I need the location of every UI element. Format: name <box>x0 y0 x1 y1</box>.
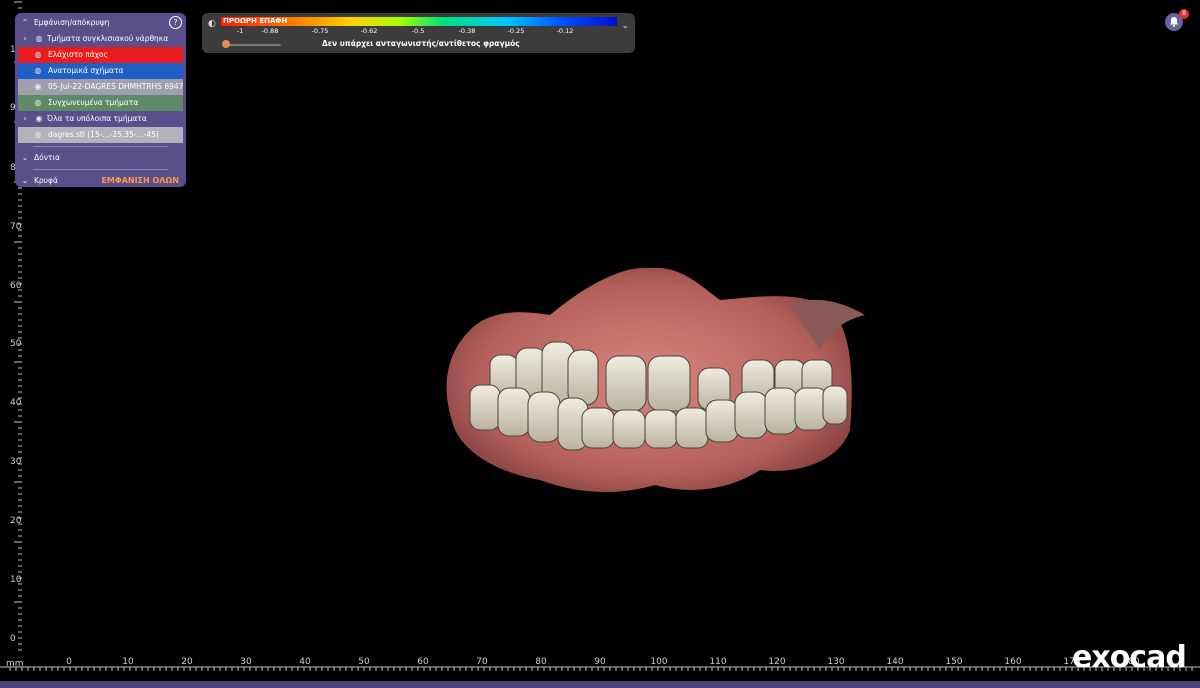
ruler-label: 70 <box>476 657 488 667</box>
eye-slash-icon[interactable]: ◍ <box>33 63 43 79</box>
divider <box>33 169 168 170</box>
ruler-label: 10 <box>10 575 22 585</box>
ruler-label: 50 <box>358 657 370 667</box>
ruler-label: 20 <box>181 657 193 667</box>
gauge-icon[interactable]: ◐ <box>208 19 216 29</box>
hidden-group[interactable]: ⌄ Κρυφά ΕΜΦΑΝΙΣΗ ΟΛΩΝ <box>15 173 186 189</box>
scale-value: -1 <box>236 27 244 35</box>
bottom-status-bar <box>0 681 1200 688</box>
ruler-label: 130 <box>827 657 844 667</box>
ruler-label: 40 <box>299 657 311 667</box>
scale-value: -0.88 <box>261 27 279 35</box>
other-parts-group[interactable]: › ◉ Όλα τα υπόλοιπα τμήματα <box>15 111 186 127</box>
scale-value: -0.12 <box>556 27 574 35</box>
chevron-down-icon[interactable]: ⌄ <box>21 150 29 166</box>
eye-slash-icon[interactable]: ◍ <box>33 127 43 143</box>
scale-value: -0.25 <box>507 27 525 35</box>
visibility-panel-header[interactable]: ⌃ Εμφάνιση/απόκρυψη <box>15 15 186 31</box>
scale-value: -0.62 <box>360 27 378 35</box>
ruler-label: 20 <box>10 516 22 526</box>
ruler-label: 60 <box>10 281 22 291</box>
list-item-scan-file[interactable]: ◉ 05-Jul-22-DAGRES DHMHTRHS 6947 <box>18 79 183 95</box>
ruler-label: 30 <box>240 657 252 667</box>
list-item-merged-parts[interactable]: ◍ Συγχωνευμένα τμήματα <box>18 95 183 111</box>
scale-tick-labels: -1 -0.88 -0.75 -0.62 -0.5 -0.38 -0.25 -0.12 <box>221 26 617 36</box>
splint-parts-group[interactable]: › ◍ Τμήματα συγκλισιακού νάρθηκα <box>15 31 186 47</box>
ruler-label: 0 <box>10 634 16 644</box>
exocad-logo: exocad <box>1072 640 1187 675</box>
ruler-label: 160 <box>1004 657 1021 667</box>
no-antagonist-label: Δεν υπάρχει ανταγωνιστής/αντίθετος φραγμ… <box>322 39 520 48</box>
dental-3d-model[interactable] <box>430 260 875 510</box>
eye-slash-icon[interactable]: ◍ <box>33 95 43 111</box>
show-all-button[interactable]: ΕΜΦΑΝΙΣΗ ΟΛΩΝ <box>101 173 179 189</box>
teeth-group[interactable]: ⌄ Δόντια <box>15 150 186 166</box>
chevron-up-icon[interactable]: ⌃ <box>21 15 29 31</box>
ruler-label: 140 <box>886 657 903 667</box>
eye-slash-icon[interactable]: ◍ <box>34 31 44 47</box>
ruler-label: 150 <box>945 657 962 667</box>
list-item-minimum-thickness[interactable]: ◍ Ελάχιστο πάχος <box>18 47 183 63</box>
ruler-label: 50 <box>10 339 22 349</box>
chevron-down-icon[interactable]: ⌄ <box>21 173 29 189</box>
visibility-panel: ⌃ Εμφάνιση/απόκρυψη ? › ◍ Τμήματα συγκλι… <box>15 13 186 187</box>
scale-value: -0.75 <box>311 27 329 35</box>
chevron-right-icon[interactable]: › <box>21 111 29 127</box>
chevron-down-icon[interactable]: ⌄ <box>621 21 629 31</box>
divider <box>33 146 168 147</box>
eye-icon[interactable]: ◉ <box>33 79 43 95</box>
list-item-stl-file[interactable]: ◍ dagres.stl (15-...-25,35-...-45) <box>18 127 183 143</box>
contact-color-scale: ΠΡΟΩΡΗ ΕΠΑΦΗ <box>221 17 617 26</box>
scale-value: -0.38 <box>458 27 476 35</box>
ruler-label: 90 <box>594 657 606 667</box>
help-icon[interactable]: ? <box>169 16 182 29</box>
ruler-label: 30 <box>10 457 22 467</box>
ruler-label: 60 <box>417 657 429 667</box>
ruler-label: 70 <box>10 222 22 232</box>
scale-value: -0.5 <box>411 27 425 35</box>
ruler-label: 100 <box>650 657 667 667</box>
distance-slider[interactable] <box>226 44 281 46</box>
contact-scale-toolbar: ◐ ΠΡΟΩΡΗ ΕΠΑΦΗ -1 -0.88 -0.75 -0.62 -0.5 -0.3… <box>202 13 635 53</box>
eye-icon[interactable]: ◉ <box>34 111 44 127</box>
ruler-label: 0 <box>66 657 72 667</box>
slider-handle[interactable] <box>222 40 230 48</box>
chevron-right-icon[interactable]: › <box>21 31 29 47</box>
bell-icon <box>1170 17 1178 27</box>
horizontal-ruler: 0 10 20 30 40 50 60 70 80 90 100 110 120 130 140 150 160… <box>0 657 1200 671</box>
premature-contact-label: ΠΡΟΩΡΗ ΕΠΑΦΗ <box>223 17 288 25</box>
notification-badge: 8 <box>1179 9 1189 19</box>
eye-slash-icon[interactable]: ◍ <box>33 47 43 63</box>
ruler-label: 110 <box>709 657 726 667</box>
ruler-label: 80 <box>535 657 547 667</box>
ruler-label: 40 <box>10 398 22 408</box>
ruler-label: 120 <box>768 657 785 667</box>
visibility-panel-title: Εμφάνιση/απόκρυψη <box>34 18 110 27</box>
ruler-unit-label: mm <box>6 659 24 669</box>
list-item-anatomical-shapes[interactable]: ◍ Ανατομικά σχήματα <box>18 63 183 79</box>
ruler-label: 10 <box>122 657 134 667</box>
